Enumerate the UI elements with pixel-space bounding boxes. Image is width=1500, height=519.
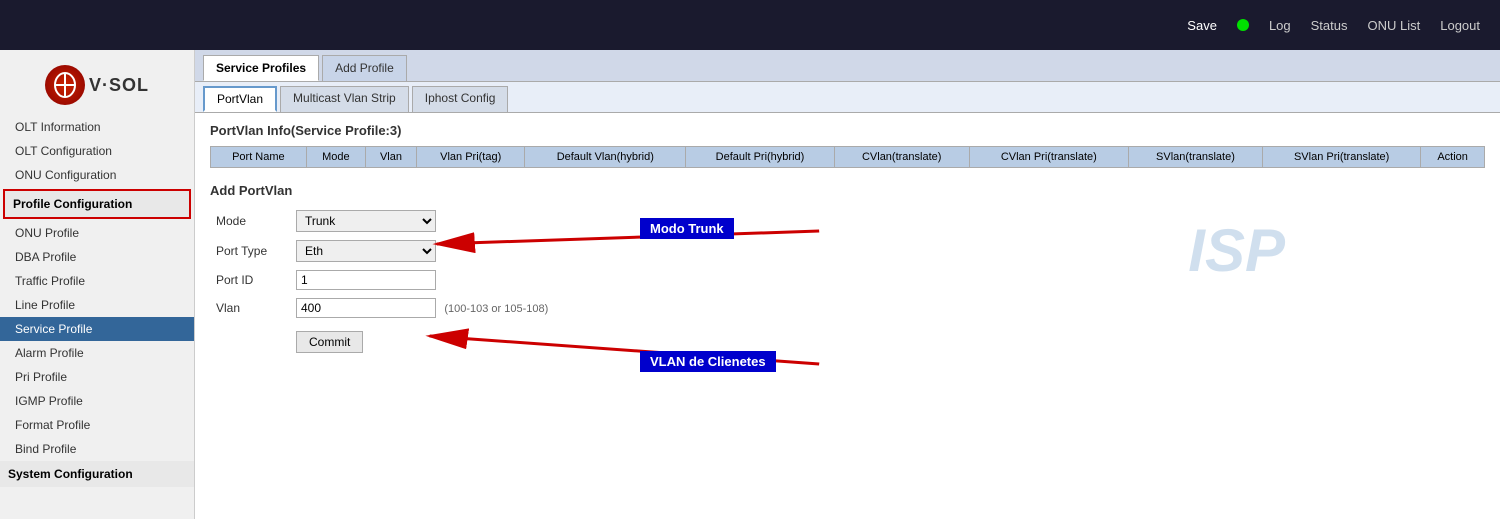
sidebar-item-onu-configuration[interactable]: ONU Configuration — [0, 163, 194, 187]
logo-icon — [45, 65, 85, 105]
top-header: Save Log Status ONU List Logout — [0, 0, 1500, 50]
col-default-pri-hybrid: Default Pri(hybrid) — [686, 147, 834, 168]
system-configuration-title[interactable]: System Configuration — [0, 461, 194, 487]
mode-select[interactable]: Trunk Access Hybrid Translate — [296, 210, 436, 232]
sidebar-item-alarm-profile[interactable]: Alarm Profile — [0, 341, 194, 365]
log-link[interactable]: Log — [1269, 18, 1291, 33]
port-type-label: Port Type — [210, 236, 290, 266]
sidebar-item-bind-profile[interactable]: Bind Profile — [0, 437, 194, 461]
col-cvlan-translate: CVlan(translate) — [834, 147, 969, 168]
sidebar-item-dba-profile[interactable]: DBA Profile — [0, 245, 194, 269]
sub-tab-iphost-config[interactable]: Iphost Config — [412, 86, 509, 112]
sub-tab-bar: PortVlan Multicast Vlan Strip Iphost Con… — [195, 82, 1500, 113]
profile-configuration-title: Profile Configuration — [3, 189, 191, 219]
main-layout: V·SOL OLT Information OLT Configuration … — [0, 50, 1500, 519]
main-tab-bar: Service Profiles Add Profile — [195, 50, 1500, 82]
port-type-select[interactable]: Eth VEIP — [296, 240, 436, 262]
sidebar-item-igmp-profile[interactable]: IGMP Profile — [0, 389, 194, 413]
annotation-container: ISP Mode Trunk Access Hybrid Translate — [210, 206, 1485, 426]
logout-link[interactable]: Logout — [1440, 18, 1480, 33]
annotation-trunk: Modo Trunk — [640, 218, 734, 239]
sidebar-item-pri-profile[interactable]: Pri Profile — [0, 365, 194, 389]
col-svlan-pri-translate: SVlan Pri(translate) — [1263, 147, 1421, 168]
section-title: PortVlan Info(Service Profile:3) — [210, 123, 1485, 138]
logo-text: V·SOL — [89, 75, 149, 96]
content-area: PortVlan Info(Service Profile:3) Port Na… — [195, 113, 1500, 436]
col-default-vlan-hybrid: Default Vlan(hybrid) — [525, 147, 686, 168]
sidebar: V·SOL OLT Information OLT Configuration … — [0, 50, 195, 519]
sidebar-item-line-profile[interactable]: Line Profile — [0, 293, 194, 317]
status-link[interactable]: Status — [1311, 18, 1348, 33]
portvlan-table: Port Name Mode Vlan Vlan Pri(tag) Defaul… — [210, 146, 1485, 168]
sidebar-item-service-profile[interactable]: Service Profile — [0, 317, 194, 341]
vlan-hint: (100-103 or 105-108) — [444, 303, 548, 315]
save-button[interactable]: Save — [1187, 18, 1217, 33]
onu-list-link[interactable]: ONU List — [1368, 18, 1421, 33]
vlan-label: Vlan — [210, 294, 290, 322]
sidebar-item-onu-profile[interactable]: ONU Profile — [0, 221, 194, 245]
status-indicator — [1237, 19, 1249, 31]
add-portvlan-title: Add PortVlan — [210, 183, 1485, 198]
add-portvlan-form: Mode Trunk Access Hybrid Translate Port … — [210, 206, 554, 357]
annotation-vlan: VLAN de Clienetes — [640, 351, 776, 372]
sidebar-item-format-profile[interactable]: Format Profile — [0, 413, 194, 437]
col-vlan-pri-tag: Vlan Pri(tag) — [417, 147, 525, 168]
sidebar-item-olt-information[interactable]: OLT Information — [0, 115, 194, 139]
sub-tab-multicast-vlan-strip[interactable]: Multicast Vlan Strip — [280, 86, 409, 112]
col-action: Action — [1421, 147, 1485, 168]
col-svlan-translate: SVlan(translate) — [1128, 147, 1262, 168]
tab-add-profile[interactable]: Add Profile — [322, 55, 407, 81]
col-vlan: Vlan — [365, 147, 416, 168]
vlan-input[interactable] — [296, 298, 436, 318]
mode-label: Mode — [210, 206, 290, 236]
col-cvlan-pri-translate: CVlan Pri(translate) — [969, 147, 1128, 168]
tab-service-profiles[interactable]: Service Profiles — [203, 55, 319, 81]
col-mode: Mode — [306, 147, 365, 168]
sidebar-item-olt-configuration[interactable]: OLT Configuration — [0, 139, 194, 163]
watermark-isp: ISP — [1188, 216, 1285, 285]
logo-area: V·SOL — [0, 55, 194, 115]
sub-tab-portvlan[interactable]: PortVlan — [203, 86, 277, 112]
commit-button[interactable]: Commit — [296, 331, 363, 353]
port-id-label: Port ID — [210, 266, 290, 294]
sidebar-item-traffic-profile[interactable]: Traffic Profile — [0, 269, 194, 293]
col-port-name: Port Name — [211, 147, 307, 168]
port-id-input[interactable] — [296, 270, 436, 290]
main-content: Service Profiles Add Profile PortVlan Mu… — [195, 50, 1500, 519]
